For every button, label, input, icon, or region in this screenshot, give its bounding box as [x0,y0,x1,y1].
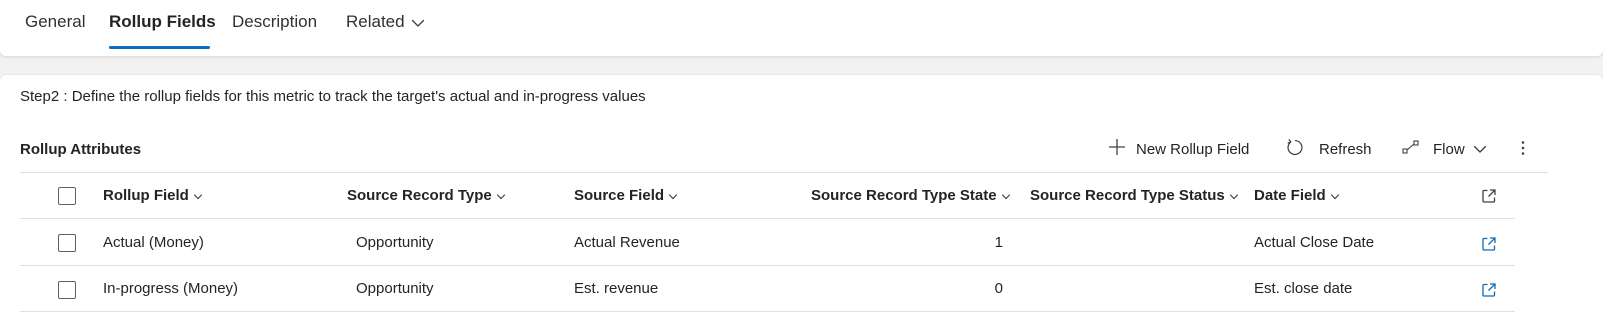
column-header-rollup-field[interactable]: Rollup Field [103,187,203,205]
new-rollup-field-button[interactable]: New Rollup Field [1108,133,1249,165]
step-title: Step2 : Define the rollup fields for thi… [20,88,646,105]
cell-source-record-type: Opportunity [356,280,434,297]
open-record-icon[interactable] [1481,236,1497,252]
cell-source-record-type: Opportunity [356,234,434,251]
column-header-source-field[interactable]: Source Field [574,187,678,205]
more-commands-button[interactable] [1512,137,1534,163]
new-rollup-field-label: New Rollup Field [1136,140,1250,158]
cell-source-record-type-state: 0 [994,280,1003,297]
cell-date-field: Est. close date [1254,280,1353,297]
cell-source-record-type-state: 1 [994,234,1003,251]
rollup-attributes-title: Rollup Attributes [20,141,142,158]
chevron-down-icon [496,188,506,205]
cell-source-field: Actual Revenue [574,234,680,251]
chevron-down-icon [1001,188,1011,205]
rollup-fields-section: Step2 : Define the rollup fields for thi… [0,75,1603,335]
open-in-new-window-icon[interactable] [1481,188,1497,204]
column-header-source-record-type-status[interactable]: Source Record Type Status [1030,187,1239,205]
flow-menu-button[interactable]: Flow [1402,133,1501,165]
open-record-icon[interactable] [1481,282,1497,298]
flow-icon [1402,139,1434,159]
row-divider [20,265,1515,266]
cell-rollup-field: In-progress (Money) [103,280,239,297]
refresh-button[interactable]: Refresh [1286,133,1372,165]
tab-rollup-fields[interactable]: Rollup Fields [109,12,216,32]
column-header-date-field[interactable]: Date Field [1254,187,1340,205]
chevron-down-icon [411,13,425,33]
row-divider [20,218,1515,219]
form-tab-bar: General Rollup Fields Description Relate… [0,0,1603,56]
tab-general[interactable]: General [25,12,85,32]
tab-related-label: Related [346,12,405,31]
row-select-checkbox[interactable] [58,234,76,252]
column-header-source-record-type[interactable]: Source Record Type [347,187,506,205]
cell-source-field: Est. revenue [574,280,659,297]
chevron-down-icon [193,188,203,205]
chevron-down-icon [1229,188,1239,205]
row-divider [20,311,1515,312]
chevron-down-icon [1330,188,1340,205]
column-header-label: Source Record Type [347,187,492,204]
tab-description[interactable]: Description [232,12,317,32]
column-header-source-record-type-state[interactable]: Source Record Type State [811,187,1011,205]
column-header-label: Source Field [574,187,665,204]
column-header-label: Rollup Field [103,187,189,204]
chevron-down-icon [668,188,678,205]
select-all-checkbox[interactable] [58,187,76,205]
chevron-down-icon [1473,144,1501,154]
grid-top-divider [20,172,1548,173]
refresh-label: Refresh [1319,140,1372,158]
cell-rollup-field: Actual (Money) [103,234,204,251]
tab-related[interactable]: Related [346,12,425,32]
row-select-checkbox[interactable] [58,281,76,299]
active-tab-indicator [109,46,210,49]
cell-date-field: Actual Close Date [1254,234,1375,251]
flow-label: Flow [1433,140,1465,158]
column-header-label: Source Record Type Status [1030,187,1225,204]
more-vertical-icon [1521,140,1525,161]
column-header-label: Source Record Type State [811,187,997,204]
refresh-icon [1286,138,1319,161]
column-header-label: Date Field [1254,187,1326,204]
